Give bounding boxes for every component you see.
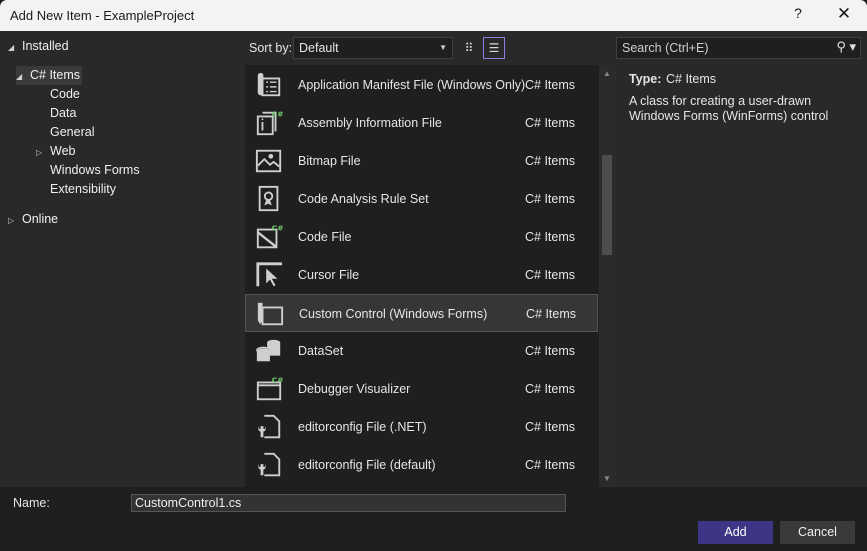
tree-item-data[interactable]: Data [50, 104, 76, 123]
template-name: Debugger Visualizer [298, 382, 411, 396]
code-file-icon: C# [256, 223, 283, 249]
category-tree: ◢ Installed ◢ C# Items Code Data General ▷… [0, 31, 245, 487]
tree-item-general[interactable]: General [50, 123, 94, 142]
template-name: Bitmap File [298, 154, 361, 168]
template-name: Application Manifest File (Windows Only) [298, 78, 526, 92]
template-type: C# Items [526, 307, 577, 321]
template-row[interactable]: Bitmap File C# Items [245, 142, 598, 180]
list-scrollbar[interactable]: ▲ ▼ [598, 65, 616, 487]
tree-label: Installed [22, 39, 69, 53]
sort-value: Default [299, 41, 339, 55]
cursor-icon [256, 262, 283, 287]
grid-view-button[interactable]: ⠿ [458, 37, 480, 59]
chevron-down-icon: ▼ [439, 43, 447, 52]
template-row[interactable]: C# Assembly Information File C# Items [245, 104, 598, 142]
template-name: Custom Control (Windows Forms) [299, 307, 488, 321]
tree-item-installed[interactable]: ◢ Installed [8, 37, 69, 56]
template-row[interactable]: DataSet C# Items [245, 332, 598, 370]
list-view-icon: ☰ [488, 41, 500, 55]
search-input[interactable]: Search (Ctrl+E) ⚲ ▾ [616, 37, 861, 59]
tree-label: C# Items [30, 68, 81, 82]
collapsed-arrow-icon[interactable]: ▷ [8, 211, 22, 230]
template-name: editorconfig File (default) [298, 458, 436, 472]
sort-label: Sort by: [249, 41, 293, 55]
tree-item-online[interactable]: ▷ Online [8, 210, 58, 229]
template-type: C# Items [525, 78, 576, 92]
template-name: DataSet [298, 344, 344, 358]
scroll-down-icon[interactable]: ▼ [603, 474, 611, 483]
template-row[interactable]: Code Analysis Rule Set C# Items [245, 180, 598, 218]
sort-dropdown[interactable]: Default ▼ [293, 37, 453, 59]
window-title: Add New Item - ExampleProject [10, 8, 195, 23]
template-type: C# Items [525, 458, 576, 472]
template-type: C# Items [525, 116, 576, 130]
collapsed-arrow-icon[interactable]: ▷ [36, 143, 50, 162]
custom-control-icon [257, 302, 284, 326]
template-row[interactable]: Custom Control (Windows Forms) C# Items [245, 294, 598, 332]
template-row[interactable]: editorconfig File (.NET) C# Items [245, 408, 598, 446]
template-list: Application Manifest File (Windows Only)… [245, 65, 598, 487]
name-input[interactable] [131, 494, 566, 512]
tree-item-web[interactable]: ▷ Web [36, 142, 75, 161]
template-row[interactable]: Cursor File C# Items [245, 256, 598, 294]
debugger-visualizer-icon: C# [256, 375, 283, 401]
search-placeholder: Search (Ctrl+E) [622, 41, 709, 55]
bitmap-icon [255, 149, 282, 173]
template-name: Assembly Information File [298, 116, 442, 130]
expanded-arrow-icon[interactable]: ◢ [8, 38, 22, 57]
tree-item-csharp-items[interactable]: ◢ C# Items [16, 66, 83, 86]
template-name: editorconfig File (.NET) [298, 420, 427, 434]
name-label: Name: [13, 496, 50, 510]
svg-text:C#: C# [272, 375, 283, 384]
template-type: C# Items [525, 382, 576, 396]
template-name: Cursor File [298, 268, 360, 282]
editorconfig-icon [258, 414, 281, 439]
manifest-icon [257, 72, 281, 97]
type-label: Type: [629, 72, 662, 86]
scroll-thumb[interactable] [602, 155, 612, 255]
item-description: A class for creating a user-drawn Window… [629, 94, 829, 123]
svg-text:C#: C# [272, 223, 283, 232]
details-panel: Type: C# Items A class for creating a us… [616, 65, 867, 487]
tree-item-code[interactable]: Code [50, 85, 80, 104]
title-bar: Add New Item - ExampleProject ? ✕ [0, 0, 867, 31]
dataset-icon [256, 339, 281, 362]
help-button[interactable]: ? [786, 5, 810, 25]
scroll-up-icon[interactable]: ▲ [603, 69, 611, 78]
tree-item-windows-forms[interactable]: Windows Forms [50, 161, 140, 180]
close-button[interactable]: ✕ [832, 4, 856, 26]
toolbar: Sort by: Default ▼ ⠿ ☰ Search (Ctrl+E) ⚲… [245, 31, 867, 65]
template-name: Code File [298, 230, 352, 244]
template-name: Code Analysis Rule Set [298, 192, 429, 206]
svg-text:C#: C# [272, 109, 283, 118]
tree-item-extensibility[interactable]: Extensibility [50, 180, 116, 199]
template-row[interactable]: C# Code File C# Items [245, 218, 598, 256]
grid-view-icon: ⠿ [464, 41, 474, 55]
template-type: C# Items [525, 154, 576, 168]
list-view-button[interactable]: ☰ [483, 37, 505, 59]
template-type: C# Items [525, 230, 576, 244]
template-type: C# Items [525, 192, 576, 206]
template-row[interactable]: C# Debugger Visualizer C# Items [245, 370, 598, 408]
assembly-info-icon: C# [256, 109, 283, 136]
template-type: C# Items [525, 268, 576, 282]
tree-label: Web [50, 144, 76, 158]
expanded-arrow-icon[interactable]: ◢ [16, 67, 30, 86]
template-row[interactable]: Application Manifest File (Windows Only)… [245, 66, 598, 104]
ruleset-icon [258, 185, 279, 212]
search-icon[interactable]: ⚲ ▾ [836, 39, 856, 55]
editorconfig-icon [258, 452, 281, 477]
cancel-button[interactable]: Cancel [780, 521, 855, 544]
add-button[interactable]: Add [698, 521, 773, 544]
tree-label: Online [22, 212, 59, 226]
type-value: C# Items [666, 72, 717, 86]
template-type: C# Items [525, 344, 576, 358]
template-row[interactable]: editorconfig File (default) C# Items [245, 446, 598, 484]
template-type: C# Items [525, 420, 576, 434]
footer: Name: Add Cancel [0, 487, 867, 551]
